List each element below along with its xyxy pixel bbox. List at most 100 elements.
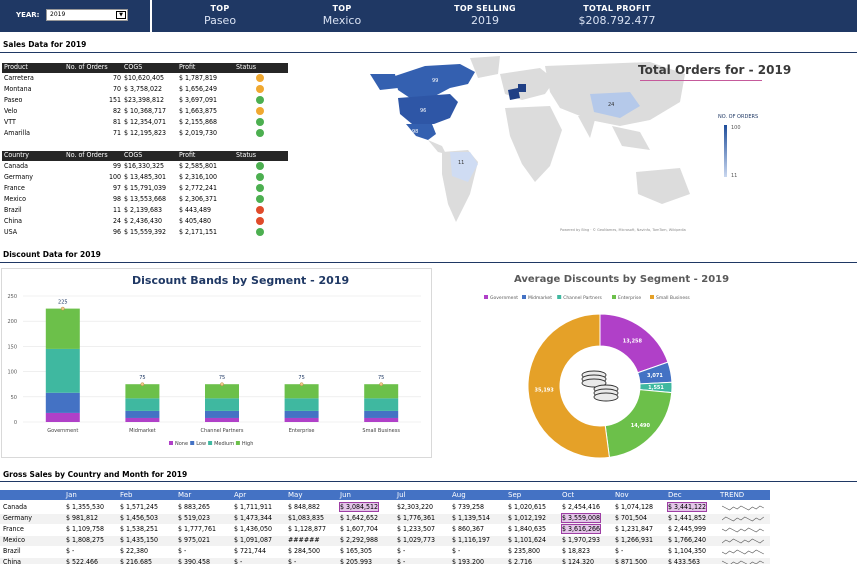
legend-label: High — [242, 441, 254, 447]
cell-value: $ 2,316,100 — [179, 173, 218, 181]
map-region-germany — [518, 84, 526, 92]
cell-value: $ 2,139,683 — [124, 206, 163, 214]
cell-value: $ 390,458 — [178, 558, 211, 564]
status-bad-icon — [256, 217, 264, 225]
y-tick-label: 0 — [14, 420, 17, 426]
sparkline-path — [722, 527, 764, 533]
column-header: No. of Orders — [66, 63, 108, 71]
avg-discounts-chart-title: Average Discounts by Segment - 2019 — [514, 274, 730, 285]
world-map[interactable]: 96 98 99 24 11 — [350, 54, 775, 240]
column-header: TREND — [720, 491, 745, 499]
legend-label: Small Business — [656, 295, 690, 301]
cell-value: $ 12,195,823 — [124, 129, 167, 137]
cell-value: $ 2,019,730 — [179, 129, 218, 137]
map-title: Total Orders for - 2019 — [638, 63, 792, 77]
legend-swatch — [557, 295, 562, 299]
cell-value: 151 — [108, 96, 121, 104]
legend-swatch — [169, 441, 173, 445]
status-good-icon — [256, 118, 264, 126]
bar-segment-none — [45, 412, 80, 422]
map-title-underline — [640, 80, 762, 81]
country-table: Country No. of Orders COGS Profit Status Cana… — [2, 151, 288, 238]
kpi-value: $208.792.477 — [578, 14, 656, 27]
cell-value: $ 848,882 — [288, 503, 321, 511]
cell-value: $ 2,585,801 — [179, 162, 218, 170]
status-good-icon — [256, 162, 264, 170]
legend-label: Medium — [214, 441, 234, 447]
legend-swatch — [235, 441, 240, 445]
avg-discounts-chart[interactable]: Government Midmarket Channel Partners Enter… — [440, 290, 770, 465]
table-row: Canada 99 $16,330,325 $ 2,585,801 — [2, 161, 288, 172]
table-row: France 97 $ 15,791,039 $ 2,772,241 — [2, 183, 288, 194]
cell-value: $16,330,325 — [124, 162, 165, 170]
map-label-china: 24 — [608, 102, 614, 108]
gross-table-header: Jan Feb Mar Apr May Jun Jul Aug Sep Oct Nov Dec TREN… — [0, 490, 770, 500]
cell-value: 97 — [112, 184, 121, 192]
year-label: YEAR: — [16, 11, 40, 19]
table-row: China $ 522,466 $ 216,685 $ 390,458 $ - $ - $ … — [0, 558, 770, 564]
row-label: France — [3, 525, 24, 533]
cell-value: $ 1,128,877 — [288, 525, 327, 533]
cell-value: $ 1,571,245 — [120, 503, 159, 511]
year-dropdown[interactable]: 2019 ▼ — [46, 9, 128, 21]
status-good-icon — [256, 195, 264, 203]
cell-value: $ 3,697,091 — [179, 96, 218, 104]
discount-bands-chart[interactable]: 0 50 100 150 200 250 225 Government 75 Midmarket 7… — [1, 290, 432, 455]
bar-segment-high — [45, 308, 80, 349]
cell-value: $ 1,101,624 — [508, 536, 547, 544]
section-divider — [0, 52, 857, 53]
table-row: China 24 $ 2,436,430 $ 405,480 — [2, 216, 288, 227]
kpi-title: TOP — [332, 4, 352, 13]
kpi-top-selling: TOP SELLING 2019 — [430, 4, 540, 27]
cell-value: 70 — [112, 74, 121, 82]
column-header: Sep — [508, 491, 522, 499]
cell-value: $ 1,711,911 — [234, 503, 273, 511]
legend-label: Midmarket — [528, 295, 552, 301]
column-header: Apr — [234, 491, 247, 499]
column-header: Status — [236, 151, 257, 159]
status-bad-icon — [256, 206, 264, 214]
bar-segment-low — [205, 410, 239, 418]
data-label: 75 — [139, 375, 145, 381]
cell-value: $ 1,473,344 — [234, 514, 273, 522]
section-divider — [0, 481, 857, 482]
kpi-top-country: TOP Mexico — [282, 4, 402, 27]
row-label: China — [3, 558, 21, 564]
cell-value: $ 1,607,704 — [340, 525, 379, 533]
kpi-title: TOP — [210, 4, 230, 13]
cell-value: $ 1,104,350 — [668, 547, 707, 555]
cell-value: $ - — [288, 558, 297, 564]
y-tick-label: 50 — [11, 395, 17, 401]
column-header: No. of Orders — [66, 151, 108, 159]
legend-label: Low — [196, 441, 206, 447]
cell-value: $ 1,787,819 — [179, 74, 218, 82]
table-header-row: Country No. of Orders COGS Profit Status — [2, 151, 288, 161]
table-row: Germany $ 981,812 $ 1,456,503 $ 519,023 $ 1,… — [0, 513, 770, 524]
column-header: Country — [4, 151, 30, 159]
sparkline-path — [722, 505, 764, 511]
cell-value: $ 15,791,039 — [124, 184, 167, 192]
cell-value: $ 2,155,868 — [179, 118, 218, 126]
cell-value: $ 519,023 — [178, 514, 211, 522]
cell-value: $ 739,258 — [452, 503, 485, 511]
x-tick-label: Government — [47, 428, 78, 434]
cell-value: $ 1,266,931 — [615, 536, 654, 544]
map-label-canada: 99 — [432, 78, 438, 84]
bar-segment-none — [205, 417, 239, 422]
bar-segment-none — [125, 417, 160, 422]
status-mid-icon — [256, 74, 264, 82]
bar-segment-medium — [364, 398, 399, 411]
cell-value: $ 1,441,852 — [668, 514, 707, 522]
discount-bands-chart-title: Discount Bands by Segment - 2019 — [132, 274, 350, 287]
total-marker — [140, 382, 145, 386]
kpi-title: TOTAL PROFIT — [583, 4, 651, 13]
cell-value: $ 3,084,512 — [338, 502, 380, 512]
cell-value: $ 124,320 — [562, 558, 595, 564]
chevron-down-icon[interactable]: ▼ — [116, 11, 126, 19]
bar-segment-high — [205, 384, 239, 399]
bar-segment-low — [45, 392, 80, 413]
table-row: Montana 70 $ 3,758,022 $ 1,656,249 — [2, 84, 288, 95]
cell-value: $ 701,504 — [615, 514, 648, 522]
cell-value: $ 883,265 — [178, 503, 211, 511]
sparkline-path — [722, 538, 764, 544]
